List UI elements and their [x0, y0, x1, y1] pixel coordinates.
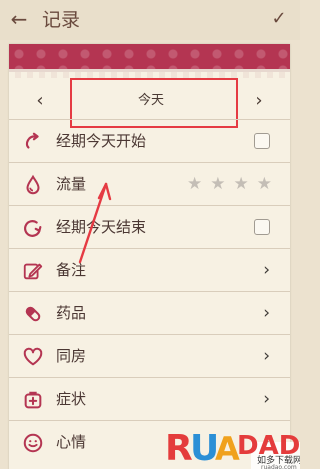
page-title: 记录 [42, 9, 81, 31]
chevron-right-icon: › [263, 260, 270, 280]
svg-text:ruadao.com: ruadao.com [261, 464, 297, 469]
svg-text:R: R [165, 428, 193, 469]
pill-icon [25, 306, 41, 322]
list-item-label: 药品 [56, 304, 87, 322]
date-navigator: ‹ 今天 › [9, 86, 290, 116]
list-item-label: 同房 [56, 347, 87, 365]
ruadado-watermark-logo: R U A DADO 如多下载网 ruadao.com [165, 428, 300, 469]
list-item-symptoms[interactable]: 症状 › [9, 377, 290, 420]
top-bar: ← 记录 ✓ [0, 0, 300, 40]
star-icon[interactable]: ★ [257, 173, 272, 195]
list-item-period-end[interactable]: 经期今天结束 [9, 205, 290, 248]
edit-icon [23, 263, 43, 280]
star-icon[interactable]: ★ [234, 173, 249, 195]
checkmark-icon[interactable]: ✓ [268, 8, 290, 30]
period-end-icon [24, 220, 42, 237]
list-item-label: 流量 [56, 175, 87, 193]
period-end-checkbox[interactable] [254, 219, 270, 235]
flow-rating[interactable]: ★ ★ ★ ★ [187, 173, 272, 195]
chevron-right-icon: › [263, 303, 270, 323]
list-item-label: 经期今天开始 [56, 132, 147, 150]
list-item-intimacy[interactable]: 同房 › [9, 334, 290, 377]
list-item-medicine[interactable]: 药品 › [9, 291, 290, 334]
list-item-label: 心情 [56, 433, 87, 451]
star-icon[interactable]: ★ [187, 173, 202, 195]
symptom-icon [24, 391, 42, 409]
period-start-icon [25, 132, 39, 149]
back-arrow-icon[interactable]: ← [8, 8, 30, 30]
star-icon[interactable]: ★ [210, 173, 225, 195]
heart-ribbon-banner [9, 44, 290, 72]
heart-icon [23, 347, 43, 366]
drop-icon [26, 174, 40, 195]
smiley-icon [23, 433, 43, 453]
list-item-notes[interactable]: 备注 › [9, 248, 290, 291]
list-item-label: 备注 [56, 261, 87, 279]
chevron-right-icon: › [263, 389, 270, 409]
list-item-period-start[interactable]: 经期今天开始 [9, 119, 290, 162]
list-item-label: 经期今天结束 [56, 218, 147, 236]
date-label: 今天 [137, 93, 164, 108]
ribbon-edge [9, 72, 290, 78]
chevron-left-icon[interactable]: ‹ [29, 90, 51, 112]
chevron-right-icon[interactable]: › [248, 90, 270, 112]
chevron-right-icon: › [263, 346, 270, 366]
list-item-label: 症状 [56, 390, 87, 408]
period-start-checkbox[interactable] [254, 133, 270, 149]
list-item-flow[interactable]: 流量 ★ ★ ★ ★ [9, 162, 290, 205]
